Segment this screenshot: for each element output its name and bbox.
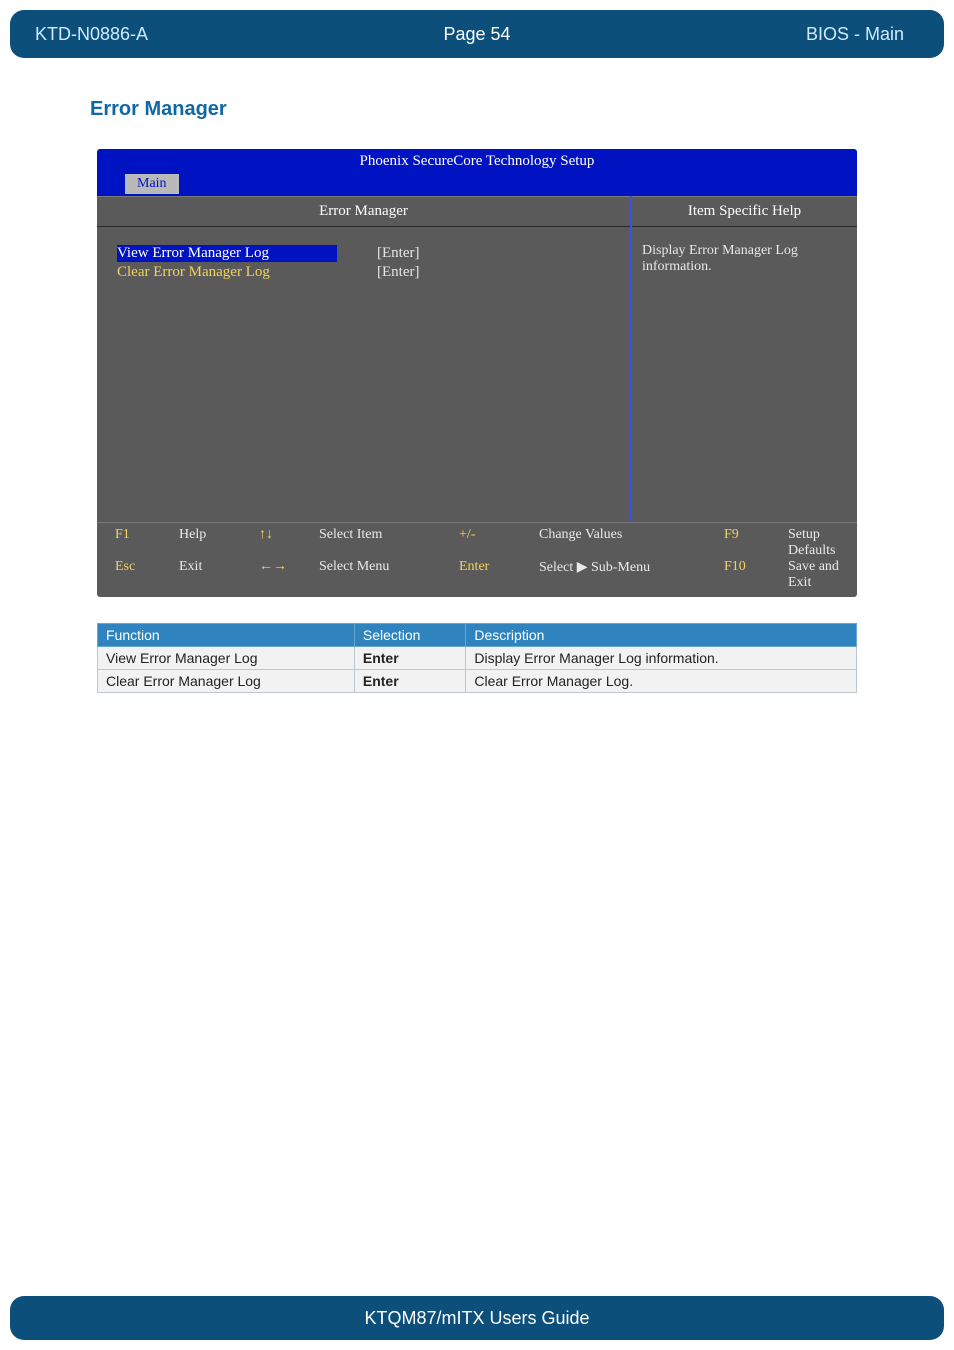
footer-text: KTQM87/mITX Users Guide [364, 1308, 589, 1329]
bios-panel-title: Error Manager [97, 196, 630, 227]
key-f1: F1 [115, 527, 149, 559]
bios-item-value: [Enter] [377, 245, 419, 262]
cell-selection: Enter [354, 647, 465, 670]
label-help: Help [179, 527, 229, 559]
label-exit: Exit [179, 559, 229, 591]
bios-tab-bar: Main [97, 174, 857, 196]
key-leftright-icon: ←→ [259, 559, 289, 591]
bios-help-body: Display Error Manager Log information. [632, 227, 857, 522]
cell-selection: Enter [354, 670, 465, 693]
header-bar: KTD-N0886-A Page 54 BIOS - Main [10, 10, 944, 58]
key-updown-icon: ↑↓ [259, 527, 289, 559]
label-select-menu: Select Menu [319, 559, 429, 591]
col-selection: Selection [354, 624, 465, 647]
label-setup-defaults: Setup Defaults [788, 527, 839, 559]
table-header-row: Function Selection Description [98, 624, 857, 647]
col-function: Function [98, 624, 355, 647]
table-row: Clear Error Manager Log Enter Clear Erro… [98, 670, 857, 693]
section-title: Error Manager [90, 98, 864, 121]
bios-help-title: Item Specific Help [632, 196, 857, 227]
cell-description: Display Error Manager Log information. [466, 647, 857, 670]
bios-footer-row-1: F1 Help ↑↓ Select Item +/- Change Values… [115, 527, 839, 559]
bios-item-label: View Error Manager Log [117, 245, 337, 262]
col-description: Description [466, 624, 857, 647]
bios-item-value: [Enter] [377, 264, 419, 281]
bios-panel-body: View Error Manager Log [Enter] Clear Err… [97, 227, 630, 522]
footer-bar: KTQM87/mITX Users Guide [10, 1296, 944, 1340]
key-enter: Enter [459, 559, 509, 591]
key-plusminus: +/- [459, 527, 509, 559]
function-table: Function Selection Description View Erro… [97, 623, 857, 693]
cell-function: Clear Error Manager Log [98, 670, 355, 693]
cell-function: View Error Manager Log [98, 647, 355, 670]
label-save-and-exit: Save and Exit [788, 559, 839, 591]
bios-item-clear-log[interactable]: Clear Error Manager Log [Enter] [117, 264, 610, 281]
key-esc: Esc [115, 559, 149, 591]
table-row: View Error Manager Log Enter Display Err… [98, 647, 857, 670]
bios-item-view-log[interactable]: View Error Manager Log [Enter] [117, 245, 610, 262]
bios-item-label: Clear Error Manager Log [117, 264, 337, 281]
bios-footer-row-2: Esc Exit ←→ Select Menu Enter Select ▶ S… [115, 559, 839, 591]
key-f9: F9 [724, 527, 758, 559]
bios-footer: F1 Help ↑↓ Select Item +/- Change Values… [97, 522, 857, 597]
header-section: BIOS - Main [806, 24, 904, 45]
label-change-values: Change Values [539, 527, 694, 559]
label-select-item: Select Item [319, 527, 429, 559]
bios-tab-main[interactable]: Main [125, 174, 179, 194]
label-select-submenu: Select ▶ Sub-Menu [539, 559, 694, 591]
bios-screenshot: Phoenix SecureCore Technology Setup Main… [97, 149, 857, 597]
cell-description: Clear Error Manager Log. [466, 670, 857, 693]
bios-title: Phoenix SecureCore Technology Setup [97, 149, 857, 174]
header-doc-id: KTD-N0886-A [35, 24, 148, 45]
header-page: Page 54 [443, 24, 510, 45]
key-f10: F10 [724, 559, 758, 591]
